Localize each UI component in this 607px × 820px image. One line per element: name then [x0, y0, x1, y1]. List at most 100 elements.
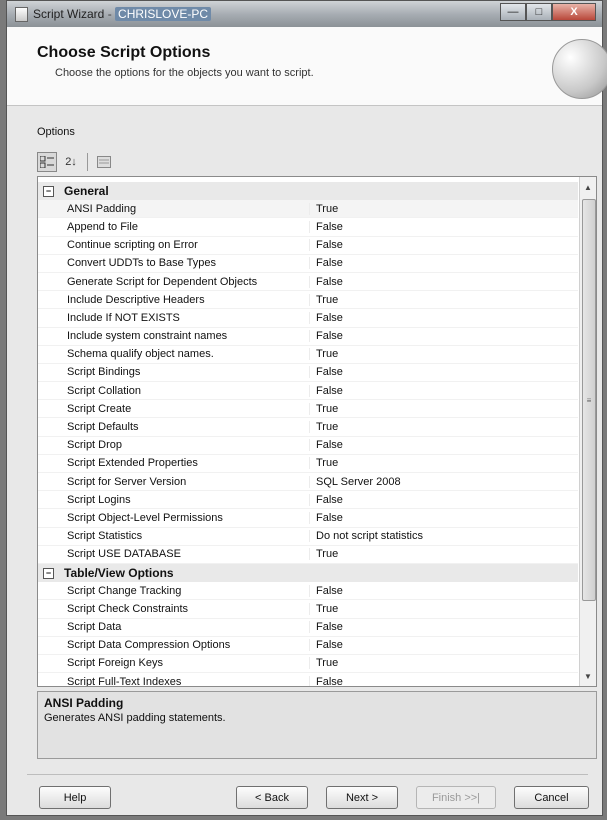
property-row[interactable]: Script Collation False: [38, 382, 578, 401]
property-value[interactable]: False: [309, 330, 343, 343]
property-value[interactable]: True: [309, 657, 338, 670]
property-row[interactable]: Script Logins False: [38, 491, 578, 510]
property-pages-button[interactable]: [94, 152, 114, 172]
help-button[interactable]: Help: [39, 786, 111, 809]
property-row[interactable]: Script Full-Text Indexes False: [38, 673, 578, 687]
property-value[interactable]: True: [309, 602, 338, 615]
property-value[interactable]: Do not script statistics: [309, 530, 423, 543]
toolbar-divider: [87, 153, 88, 171]
property-row[interactable]: Schema qualify object names. True: [38, 346, 578, 364]
scroll-down-icon[interactable]: ▼: [580, 668, 596, 684]
window-title-separator: -: [107, 7, 112, 21]
window-controls: — □ X: [500, 3, 596, 22]
vertical-scrollbar[interactable]: ▲ ≡ ▼: [579, 177, 596, 686]
property-grid[interactable]: − General ANSI Padding True Append to File Fa…: [37, 176, 597, 687]
property-name: Convert UDDTs to Base Types: [67, 257, 216, 270]
property-row[interactable]: ANSI Padding True: [38, 200, 578, 219]
cancel-button[interactable]: Cancel: [514, 786, 589, 809]
property-value[interactable]: False: [309, 257, 343, 270]
property-row[interactable]: Append to File False: [38, 218, 578, 237]
property-row[interactable]: Script Data Compression Options False: [38, 637, 578, 655]
property-row[interactable]: Script for Server Version SQL Server 2008: [38, 473, 578, 492]
property-value[interactable]: False: [309, 384, 343, 397]
close-button[interactable]: X: [552, 3, 596, 21]
scroll-thumb[interactable]: ≡: [582, 199, 596, 601]
category-row[interactable]: − Table/View Options: [38, 563, 578, 583]
property-pages-icon: [97, 156, 111, 168]
property-value[interactable]: False: [309, 584, 343, 597]
property-name: Script Defaults: [67, 421, 139, 434]
page-title: Choose Script Options: [37, 44, 211, 61]
property-name: Include system constraint names: [67, 330, 228, 343]
property-value[interactable]: False: [309, 639, 343, 652]
wizard-graphic-icon: [552, 39, 607, 99]
description-text: Generates ANSI padding statements.: [44, 712, 226, 724]
property-row[interactable]: Script Bindings False: [38, 364, 578, 383]
property-row[interactable]: Script Defaults True: [38, 418, 578, 437]
property-row[interactable]: Include system constraint names False: [38, 328, 578, 346]
collapse-icon[interactable]: −: [43, 185, 54, 197]
property-value[interactable]: False: [309, 220, 343, 233]
property-value[interactable]: False: [309, 311, 343, 324]
back-button[interactable]: < Back: [236, 786, 308, 809]
property-name: Script Bindings: [67, 366, 141, 379]
categorized-view-button[interactable]: [37, 152, 57, 172]
property-grid-rows: − General ANSI Padding True Append to File Fa…: [38, 182, 578, 687]
window-title: Script Wizard - CHRISLOVE-PC: [33, 7, 212, 21]
property-row[interactable]: Script Create True: [38, 400, 578, 419]
collapse-icon[interactable]: −: [43, 567, 54, 579]
minimize-button[interactable]: —: [500, 3, 526, 21]
options-label: Options: [37, 126, 75, 138]
property-value[interactable]: True: [309, 348, 338, 361]
property-row[interactable]: Script Foreign Keys True: [38, 655, 578, 674]
property-row[interactable]: Include If NOT EXISTS False: [38, 309, 578, 328]
page-subtitle: Choose the options for the objects you w…: [55, 67, 314, 79]
property-value[interactable]: False: [309, 493, 343, 506]
property-value[interactable]: True: [309, 293, 338, 306]
property-name: Script Object-Level Permissions: [67, 511, 223, 524]
property-name: Script Foreign Keys: [67, 657, 163, 670]
property-name: Script Statistics: [67, 530, 143, 543]
property-value[interactable]: False: [309, 439, 343, 452]
property-row[interactable]: Script USE DATABASE True: [38, 546, 578, 564]
finish-button[interactable]: Finish >>|: [416, 786, 496, 809]
property-row[interactable]: Generate Script for Dependent Objects Fal…: [38, 273, 578, 292]
property-name: Script Extended Properties: [67, 457, 198, 470]
next-button[interactable]: Next >: [326, 786, 398, 809]
property-row[interactable]: Script Check Constraints True: [38, 600, 578, 619]
property-name: Script Full-Text Indexes: [67, 675, 182, 687]
maximize-button[interactable]: □: [526, 3, 552, 21]
property-name: Include Descriptive Headers: [67, 293, 205, 306]
property-value[interactable]: False: [309, 621, 343, 634]
property-value[interactable]: SQL Server 2008: [309, 475, 401, 488]
property-row[interactable]: Script Statistics Do not script statistic…: [38, 528, 578, 546]
property-value[interactable]: True: [309, 421, 338, 434]
property-row[interactable]: Include Descriptive Headers True: [38, 291, 578, 310]
description-title: ANSI Padding: [44, 696, 124, 710]
property-value[interactable]: True: [309, 548, 338, 561]
property-row[interactable]: Script Extended Properties True: [38, 455, 578, 473]
scroll-up-icon[interactable]: ▲: [580, 179, 596, 195]
property-row[interactable]: Script Data False: [38, 619, 578, 637]
property-value[interactable]: False: [309, 675, 343, 686]
property-value[interactable]: False: [309, 239, 343, 252]
property-row[interactable]: Script Change Tracking False: [38, 582, 578, 601]
property-value[interactable]: True: [309, 457, 338, 470]
property-row[interactable]: Script Drop False: [38, 437, 578, 455]
property-value[interactable]: True: [309, 202, 338, 215]
property-name: Append to File: [67, 220, 138, 233]
property-value[interactable]: False: [309, 511, 343, 524]
property-row[interactable]: Convert UDDTs to Base Types False: [38, 255, 578, 273]
property-value[interactable]: False: [309, 366, 343, 379]
property-row[interactable]: Continue scripting on Error False: [38, 237, 578, 255]
category-row[interactable]: − General: [38, 182, 578, 201]
alphabetical-sort-button[interactable]: 2↓: [61, 152, 81, 172]
property-value[interactable]: True: [309, 402, 338, 415]
title-bar[interactable]: Script Wizard - CHRISLOVE-PC — □ X: [7, 1, 602, 28]
property-value[interactable]: False: [309, 275, 343, 288]
wizard-header: Choose Script Options Choose the options…: [7, 27, 607, 106]
categorized-icon: [40, 156, 54, 168]
footer-divider: [27, 774, 588, 775]
property-name: Script Change Tracking: [67, 584, 182, 597]
property-row[interactable]: Script Object-Level Permissions False: [38, 509, 578, 528]
